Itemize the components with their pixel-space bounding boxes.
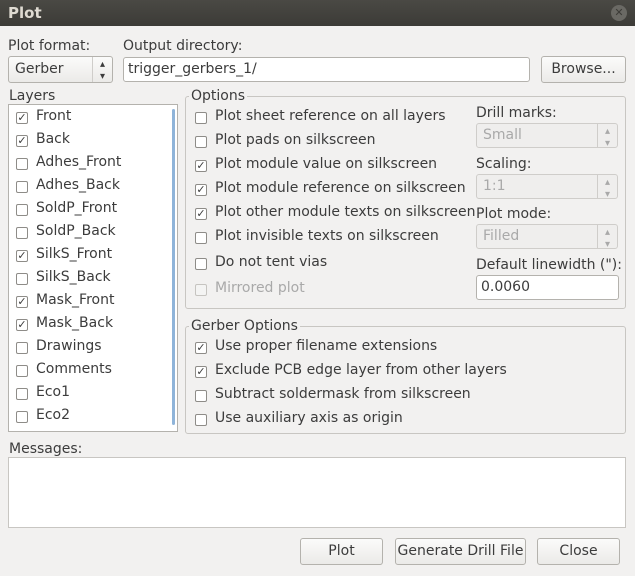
layer-adhes-back-label[interactable]: Adhes_Back — [36, 177, 120, 193]
option-1-label[interactable]: Plot pads on silkscreen — [215, 132, 376, 148]
messages-box[interactable] — [8, 457, 626, 528]
layer-soldp-back-checkbox[interactable] — [16, 227, 28, 239]
option-3-checkbox[interactable]: ✓ — [195, 184, 207, 196]
layer-comments-label[interactable]: Comments — [36, 361, 112, 377]
layer-silks-back-label[interactable]: SilkS_Back — [36, 269, 111, 285]
gerber-options-title: Gerber Options — [189, 318, 300, 334]
option-0-label[interactable]: Plot sheet reference on all layers — [215, 108, 446, 124]
default-linewidth-label: Default linewidth ("): — [476, 257, 622, 273]
plot-button[interactable]: Plot — [300, 538, 383, 565]
layer-eco1-checkbox[interactable] — [16, 388, 28, 400]
layers-scrollbar[interactable] — [172, 109, 175, 425]
layer-soldp-front-label[interactable]: SoldP_Front — [36, 200, 117, 216]
scaling-value: 1:1 — [483, 178, 506, 194]
output-directory-input[interactable]: trigger_gerbers_1/ — [123, 57, 530, 82]
updown-arrows-icon: ▴ ▾ — [92, 57, 112, 82]
gerber-option-2-checkbox[interactable] — [195, 390, 207, 402]
updown-arrows-icon: ▴ ▾ — [597, 175, 617, 200]
layer-front-label[interactable]: Front — [36, 108, 71, 124]
option-4-checkbox[interactable]: ✓ — [195, 208, 207, 220]
close-icon[interactable]: ✕ — [611, 5, 627, 21]
gerber-option-0-checkbox[interactable]: ✓ — [195, 342, 207, 354]
gerber-option-1-checkbox[interactable]: ✓ — [195, 366, 207, 378]
drill-marks-value: Small — [483, 127, 522, 143]
browse-button[interactable]: Browse... — [541, 56, 626, 83]
checkmark-icon: ✓ — [17, 295, 27, 308]
close-button[interactable]: Close — [537, 538, 620, 565]
layer-front-checkbox[interactable]: ✓ — [16, 112, 28, 124]
layer-back-checkbox[interactable]: ✓ — [16, 135, 28, 147]
gerber-option-3-checkbox[interactable] — [195, 414, 207, 426]
layer-silks-front-checkbox[interactable]: ✓ — [16, 250, 28, 262]
layer-drawings-checkbox[interactable] — [16, 342, 28, 354]
default-linewidth-input[interactable]: 0.0060 — [476, 275, 619, 300]
output-directory-label: Output directory: — [123, 38, 243, 54]
window-title: Plot — [8, 4, 42, 22]
checkmark-icon: ✓ — [17, 111, 27, 124]
layer-comments-checkbox[interactable] — [16, 365, 28, 377]
layer-back-label[interactable]: Back — [36, 131, 70, 147]
layer-mask-front-label[interactable]: Mask_Front — [36, 292, 114, 308]
plot-mode-select[interactable]: Filled ▴ ▾ — [476, 224, 618, 250]
options-title: Options — [189, 88, 248, 104]
drill-marks-label: Drill marks: — [476, 105, 557, 121]
checkmark-icon: ✓ — [17, 318, 27, 331]
checkmark-icon: ✓ — [196, 365, 206, 378]
option-5-label[interactable]: Plot invisible texts on silkscreen — [215, 228, 439, 244]
layer-silks-front-label[interactable]: SilkS_Front — [36, 246, 112, 262]
updown-arrows-icon: ▴ ▾ — [597, 124, 617, 149]
option-6-label[interactable]: Do not tent vias — [215, 254, 327, 270]
option-2-label[interactable]: Plot module value on silkscreen — [215, 156, 437, 172]
messages-label: Messages: — [9, 441, 83, 457]
generate-drill-file-button[interactable]: Generate Drill File — [395, 538, 526, 565]
gerber-option-0-label[interactable]: Use proper filename extensions — [215, 338, 437, 354]
option-7-checkbox[interactable] — [195, 284, 207, 296]
plot-mode-value: Filled — [483, 228, 520, 244]
layer-soldp-back-label[interactable]: SoldP_Back — [36, 223, 116, 239]
checkmark-icon: ✓ — [17, 134, 27, 147]
checkmark-icon: ✓ — [196, 341, 206, 354]
scaling-label: Scaling: — [476, 156, 532, 172]
option-1-checkbox[interactable] — [195, 136, 207, 148]
gerber-option-1-label[interactable]: Exclude PCB edge layer from other layers — [215, 362, 507, 378]
updown-arrows-icon: ▴ ▾ — [597, 225, 617, 250]
option-3-label[interactable]: Plot module reference on silkscreen — [215, 180, 466, 196]
layer-drawings-label[interactable]: Drawings — [36, 338, 102, 354]
drill-marks-select[interactable]: Small ▴ ▾ — [476, 123, 618, 149]
layer-eco1-label[interactable]: Eco1 — [36, 384, 70, 400]
checkmark-icon: ✓ — [196, 207, 206, 220]
option-7-label[interactable]: Mirrored plot — [215, 280, 305, 296]
layer-adhes-front-checkbox[interactable] — [16, 158, 28, 170]
checkmark-icon: ✓ — [196, 183, 206, 196]
checkmark-icon: ✓ — [17, 249, 27, 262]
layer-adhes-front-label[interactable]: Adhes_Front — [36, 154, 121, 170]
layer-adhes-back-checkbox[interactable] — [16, 181, 28, 193]
layer-eco2-checkbox[interactable] — [16, 411, 28, 423]
plot-format-label: Plot format: — [8, 38, 91, 54]
layers-list[interactable]: ✓ Front ✓ Back Adhes_Front Adhes_Back SoldP_Fr… — [8, 104, 178, 432]
layer-mask-back-label[interactable]: Mask_Back — [36, 315, 113, 331]
layer-soldp-front-checkbox[interactable] — [16, 204, 28, 216]
checkmark-icon: ✓ — [196, 159, 206, 172]
layers-title: Layers — [9, 88, 56, 104]
plot-format-value: Gerber — [15, 61, 64, 77]
layer-mask-back-checkbox[interactable]: ✓ — [16, 319, 28, 331]
layer-silks-back-checkbox[interactable] — [16, 273, 28, 285]
option-2-checkbox[interactable]: ✓ — [195, 160, 207, 172]
option-0-checkbox[interactable] — [195, 112, 207, 124]
gerber-option-2-label[interactable]: Subtract soldermask from silkscreen — [215, 386, 471, 402]
layer-eco2-label[interactable]: Eco2 — [36, 407, 70, 423]
option-6-checkbox[interactable] — [195, 258, 207, 270]
layer-mask-front-checkbox[interactable]: ✓ — [16, 296, 28, 308]
plot-format-select[interactable]: Gerber ▴ ▾ — [8, 56, 113, 83]
option-5-checkbox[interactable] — [195, 232, 207, 244]
gerber-option-3-label[interactable]: Use auxiliary axis as origin — [215, 410, 403, 426]
scaling-select[interactable]: 1:1 ▴ ▾ — [476, 174, 618, 200]
title-bar: Plot ✕ — [0, 0, 635, 26]
option-4-label[interactable]: Plot other module texts on silkscreen — [215, 204, 475, 220]
plot-mode-label: Plot mode: — [476, 206, 552, 222]
